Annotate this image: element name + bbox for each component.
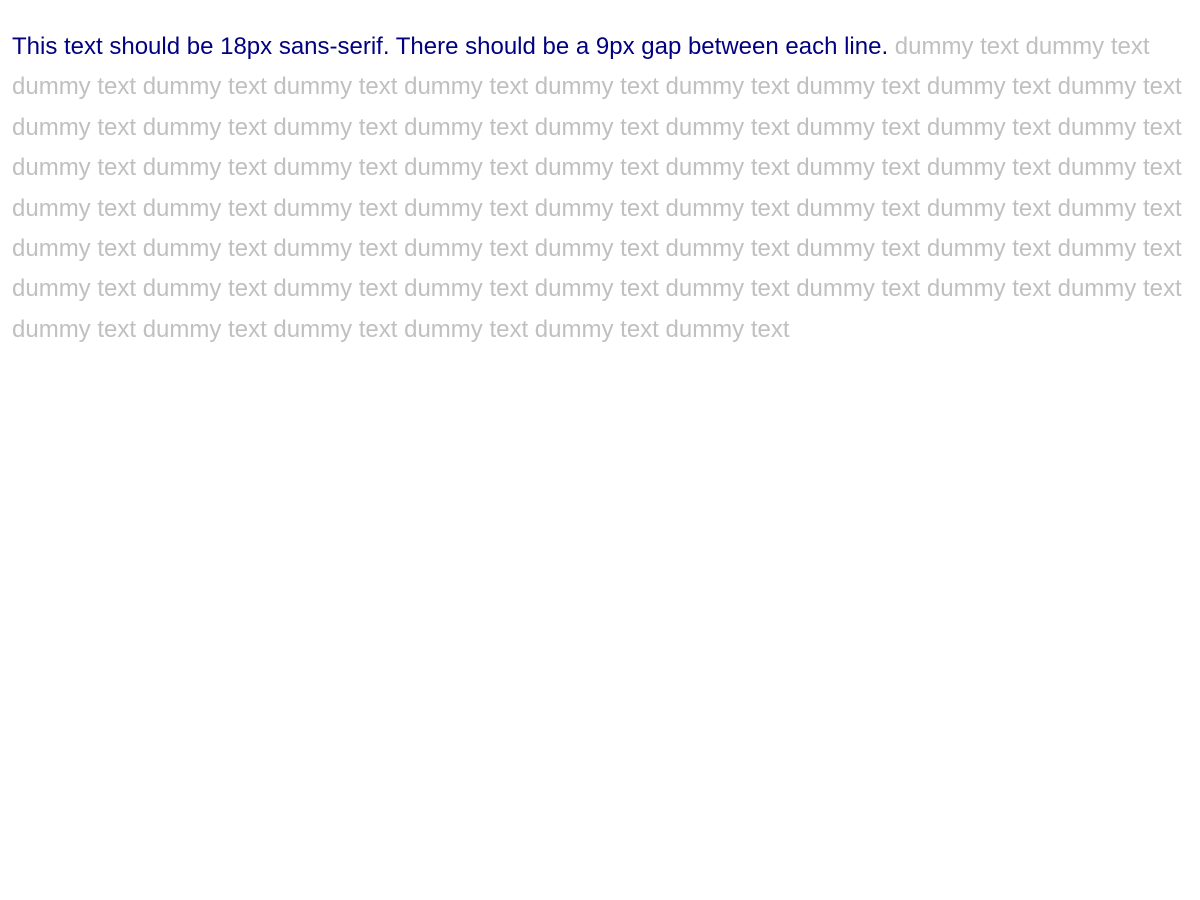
test-paragraph: This text should be 18px sans-serif. The…	[12, 27, 1188, 350]
dummy-text: dummy text dummy text dummy text dummy t…	[12, 33, 1182, 343]
instruction-text: This text should be 18px sans-serif. The…	[12, 33, 889, 60]
test-page: This text should be 18px sans-serif. The…	[0, 0, 1200, 900]
